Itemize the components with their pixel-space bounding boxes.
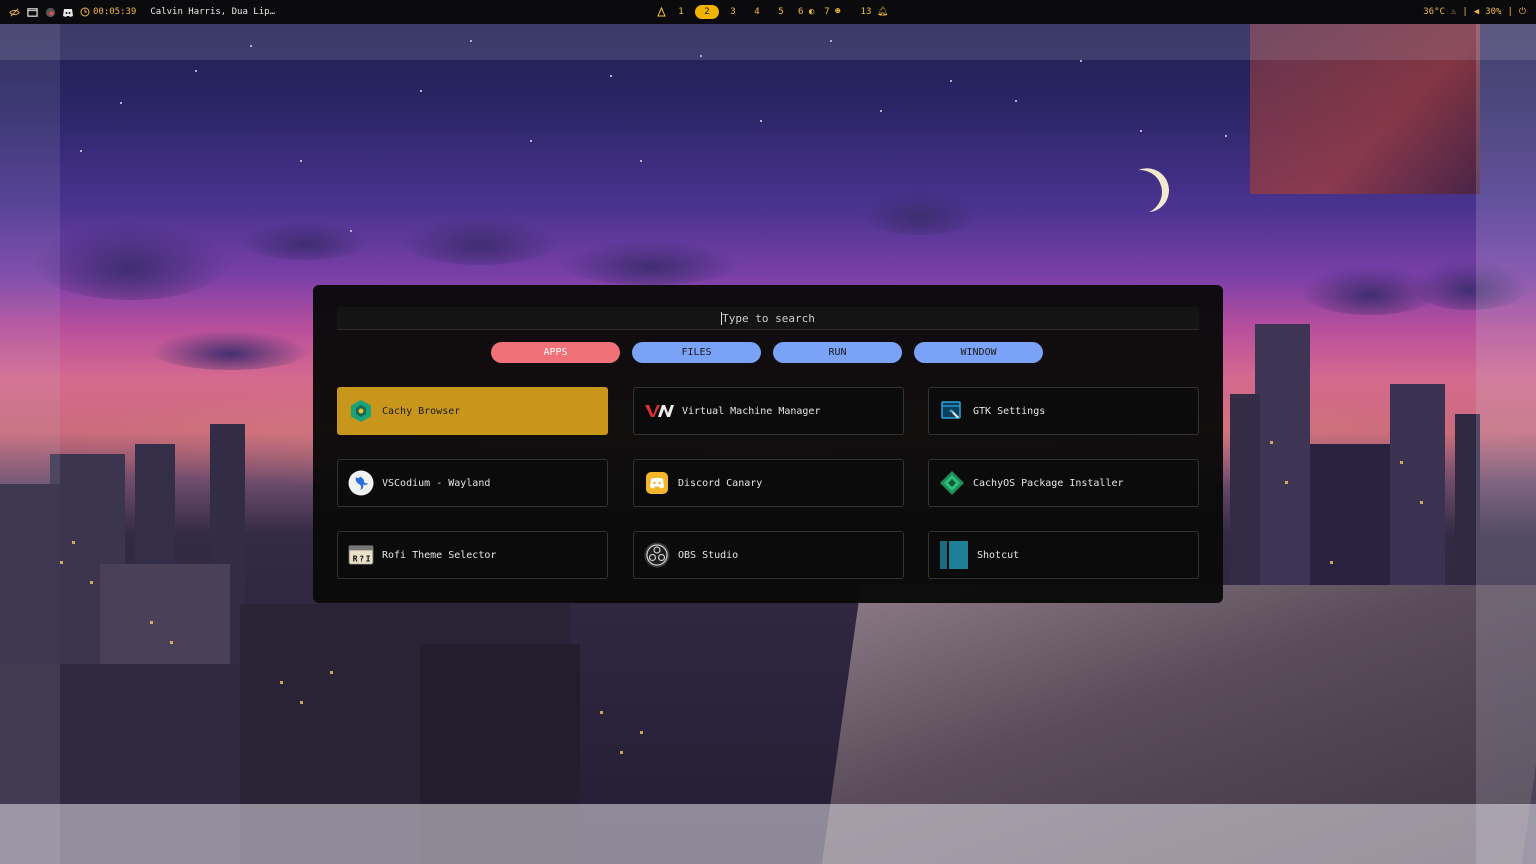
app-item-obs-studio[interactable]: OBS Studio xyxy=(633,531,904,579)
search-input[interactable]: Type to search xyxy=(337,307,1199,330)
app-item-cachy-browser[interactable]: Cachy Browser xyxy=(337,387,608,435)
app-item-discord-canary[interactable]: Discord Canary xyxy=(633,459,904,507)
app-label: VSCodium - Wayland xyxy=(382,477,491,489)
flame-icon: ♨︎ xyxy=(1450,7,1457,17)
app-label: Cachy Browser xyxy=(382,405,461,417)
notifications[interactable]: 13 🔔︎ xyxy=(858,5,892,19)
timer[interactable]: 00:05:39 xyxy=(80,7,136,17)
app-item-vscodium[interactable]: VSCodium - Wayland xyxy=(337,459,608,507)
arch-icon[interactable] xyxy=(655,6,667,18)
app-launcher: Type to search APPS FILES RUN WINDOW Cac… xyxy=(313,285,1223,603)
power-icon[interactable]: ⏻ xyxy=(1519,7,1526,17)
tab-run[interactable]: RUN xyxy=(773,342,902,363)
separator: | xyxy=(1462,7,1468,17)
temperature[interactable]: 36°C xyxy=(1423,7,1445,17)
obs-icon xyxy=(644,542,670,568)
tab-files[interactable]: FILES xyxy=(632,342,761,363)
tab-window[interactable]: WINDOW xyxy=(914,342,1043,363)
app-label: GTK Settings xyxy=(973,405,1046,417)
volume-level[interactable]: 30% xyxy=(1485,7,1501,17)
svg-text:I: I xyxy=(366,554,371,564)
bell-icon: 🔔︎ xyxy=(876,7,889,17)
moon xyxy=(1112,164,1168,220)
workspace-switcher: 1 2 3 4 5 6 ◐ 7 ☻ 13 🔔︎ xyxy=(655,0,891,24)
app-item-virtual-machine-manager[interactable]: Virtual Machine Manager xyxy=(633,387,904,435)
vscodium-icon xyxy=(348,470,374,496)
volume-icon: ◀ xyxy=(1473,7,1480,17)
app-label: Shotcut xyxy=(977,549,1020,561)
rofi-icon: R? I xyxy=(348,542,374,568)
app-item-cachyos-package-installer[interactable]: CachyOS Package Installer xyxy=(928,459,1199,507)
workspace-7[interactable]: 7 ☻ xyxy=(821,5,843,19)
workspace-7-label: 7 xyxy=(824,7,830,17)
workspace-6[interactable]: 6 ◐ xyxy=(795,5,817,19)
app-item-gtk-settings[interactable]: GTK Settings xyxy=(928,387,1199,435)
workspace-1[interactable]: 1 xyxy=(671,5,691,19)
workspace-2[interactable]: 2 xyxy=(695,5,719,19)
package-installer-icon xyxy=(939,470,965,496)
app-label: Virtual Machine Manager xyxy=(682,405,821,417)
mode-switcher: APPS FILES RUN WINDOW xyxy=(491,342,1043,363)
separator-2: | xyxy=(1507,7,1513,17)
app-label: OBS Studio xyxy=(678,549,739,561)
discord-workspace-icon: ☻ xyxy=(835,7,841,17)
obs-workspace-icon: ◐ xyxy=(808,7,815,17)
app-label: Discord Canary xyxy=(678,477,763,489)
app-label: CachyOS Package Installer xyxy=(973,477,1124,489)
clock-icon xyxy=(80,7,90,17)
workspace-6-label: 6 xyxy=(798,7,804,17)
discord-canary-icon xyxy=(644,470,670,496)
gtk-settings-icon xyxy=(939,398,965,424)
media-title[interactable]: Calvin Harris, Dua Lip… xyxy=(150,7,275,17)
notification-count: 13 xyxy=(860,7,872,17)
workspace-5[interactable]: 5 xyxy=(771,5,791,19)
shotcut-icon xyxy=(939,540,969,570)
app-label: Rofi Theme Selector xyxy=(382,549,497,561)
svg-text:?: ? xyxy=(359,554,364,564)
workspace-3[interactable]: 3 xyxy=(723,5,743,19)
eye-off-icon[interactable] xyxy=(8,6,20,18)
app-item-rofi-theme-selector[interactable]: R? I Rofi Theme Selector xyxy=(337,531,608,579)
app-item-shotcut[interactable]: Shotcut xyxy=(928,531,1199,579)
workspace-4[interactable]: 4 xyxy=(747,5,767,19)
search-placeholder: Type to search xyxy=(722,311,815,325)
timer-value: 00:05:39 xyxy=(93,7,137,17)
obs-tray-icon[interactable] xyxy=(44,6,56,18)
virt-manager-icon xyxy=(644,398,674,424)
tab-apps[interactable]: APPS xyxy=(491,342,620,363)
cachy-browser-icon xyxy=(348,398,374,424)
discord-tray-icon[interactable] xyxy=(62,6,74,18)
top-bar: 00:05:39 Calvin Harris, Dua Lip… 1 2 3 4… xyxy=(0,0,1536,24)
window-icon[interactable] xyxy=(26,6,38,18)
